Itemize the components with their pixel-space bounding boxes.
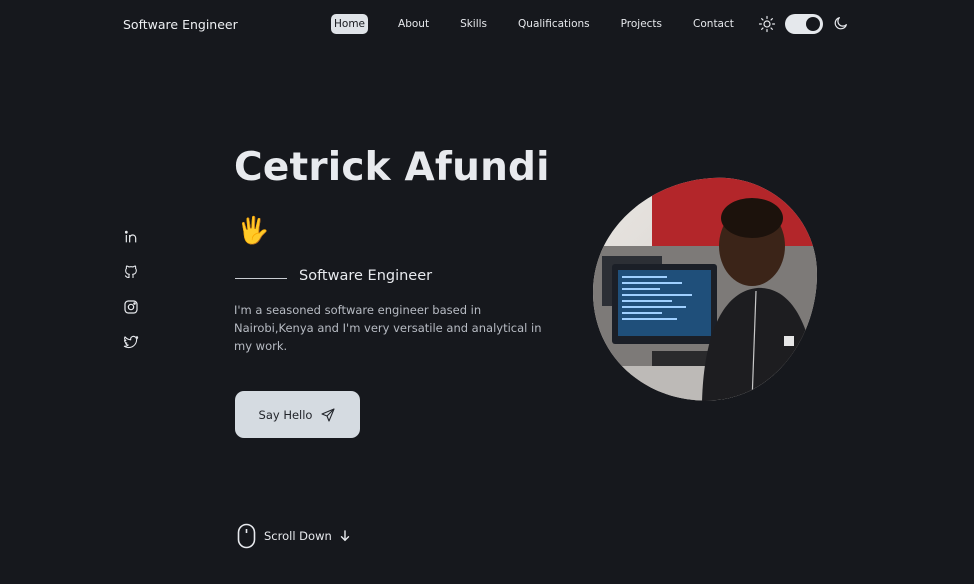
nav-skills[interactable]: Skills xyxy=(457,14,490,34)
toggle-knob xyxy=(806,17,820,31)
nav-home[interactable]: Home xyxy=(331,14,369,34)
theme-toggle[interactable] xyxy=(785,14,823,34)
arrow-down-icon xyxy=(340,530,349,542)
github-icon[interactable] xyxy=(123,263,139,281)
hero-subtitle: Software Engineer xyxy=(299,268,433,284)
scroll-down[interactable]: Scroll Down xyxy=(237,523,350,549)
send-icon xyxy=(321,407,336,422)
mouse-icon xyxy=(237,523,256,549)
brand-title[interactable]: Software Engineer xyxy=(123,17,238,32)
hero-description: I'm a seasoned software engineer based i… xyxy=(234,303,542,353)
sun-icon[interactable] xyxy=(758,15,776,33)
nav-qualifications[interactable]: Qualifications xyxy=(515,14,593,34)
instagram-icon[interactable] xyxy=(123,298,139,316)
nav-contact[interactable]: Contact xyxy=(690,14,737,34)
profile-photo xyxy=(592,177,818,401)
hero-name: Cetrick Afundi xyxy=(234,145,550,190)
say-hello-label: Say Hello xyxy=(258,407,313,422)
social-links xyxy=(123,228,139,351)
nav-about[interactable]: About xyxy=(395,14,432,34)
nav-projects[interactable]: Projects xyxy=(618,14,665,34)
twitter-icon[interactable] xyxy=(123,333,139,351)
linkedin-icon[interactable] xyxy=(123,228,139,246)
main-nav: Home About Skills Qualifications Project… xyxy=(331,14,737,34)
moon-icon[interactable] xyxy=(833,15,849,31)
scroll-down-label: Scroll Down xyxy=(264,529,332,543)
say-hello-button[interactable]: Say Hello xyxy=(235,391,360,438)
wave-emoji: 🖐️ xyxy=(237,216,270,246)
subtitle-divider xyxy=(235,278,287,279)
